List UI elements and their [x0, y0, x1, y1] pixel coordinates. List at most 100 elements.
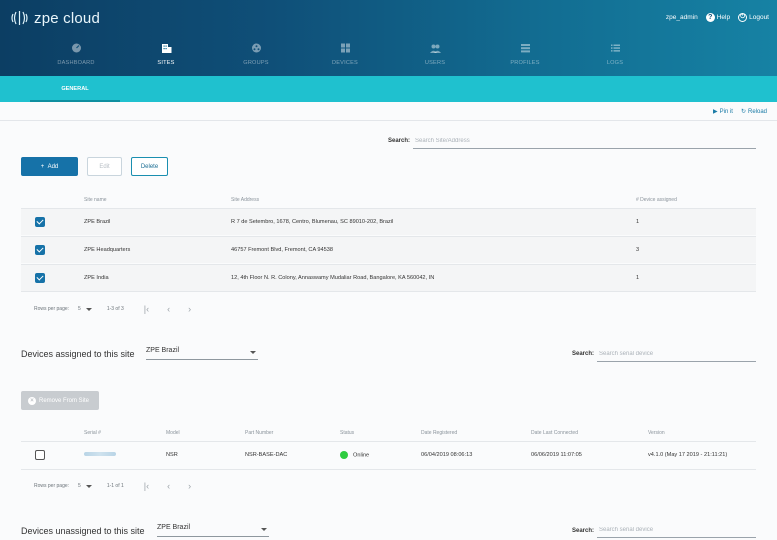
add-label: Add	[47, 163, 59, 170]
rows-per-page-value: 5	[78, 306, 81, 312]
delete-button[interactable]: Delete	[131, 157, 168, 176]
tab-general[interactable]: GENERAL	[30, 76, 120, 102]
nav-label: GROUPS	[243, 60, 269, 66]
nav-label: DASHBOARD	[57, 60, 95, 66]
rows-per-page-label: Rows per page:	[34, 306, 70, 312]
col-date-registered[interactable]: Date Registered	[421, 430, 457, 436]
add-button[interactable]: + Add	[21, 157, 78, 176]
rows-per-page-label: Rows per page:	[34, 483, 70, 489]
page-actions: ▶ Pin it ↻ Reload	[713, 108, 767, 115]
nav-label: SITES	[157, 60, 175, 66]
col-version[interactable]: Version	[648, 430, 665, 436]
col-site-name[interactable]: Site name	[84, 197, 107, 203]
dashboard-icon	[71, 43, 81, 53]
unassigned-site-select[interactable]: ZPE Brazil	[157, 524, 269, 537]
profiles-icon	[520, 44, 530, 53]
sites-pagination: Rows per page: 5 1-3 of 3 |‹ ‹ ›	[34, 304, 191, 314]
nav-users[interactable]: USERS	[400, 40, 470, 66]
device-version: v4.1.0 (May 17 2019 - 21:11:21)	[648, 452, 728, 458]
caret-down-icon	[85, 484, 92, 488]
device-date-registered: 06/04/2019 08:06:13	[421, 452, 473, 458]
top-header: zpe cloud zpe_admin ? Help ⏻ Logout DASHBO…	[0, 0, 777, 76]
nav-label: PROFILES	[510, 60, 540, 66]
assigned-pagination: Rows per page: 5 1-1 of 1 |‹ ‹ ›	[34, 481, 191, 491]
devices-icon	[340, 43, 350, 53]
caret-down-icon	[250, 351, 256, 354]
site-name: ZPE Headquarters	[84, 247, 131, 253]
online-status-icon	[340, 451, 348, 459]
pin-label: Pin it	[719, 109, 733, 115]
prev-page-icon[interactable]: ‹	[167, 304, 170, 314]
main-nav: DASHBOARD SITES GROUPS DEVICES USERS PRO…	[0, 40, 777, 76]
brand-name: zpe cloud	[34, 9, 101, 27]
sites-search-label: Search:	[388, 138, 411, 144]
assigned-search-input[interactable]	[597, 349, 756, 362]
col-site-address[interactable]: Site Address	[231, 197, 259, 203]
assigned-site-select[interactable]: ZPE Brazil	[146, 347, 258, 360]
status-text: Online	[353, 452, 370, 459]
row-checkbox[interactable]	[35, 217, 45, 227]
assigned-table-header: Serial # Model Part Number Status Date R…	[21, 423, 756, 441]
col-part-number[interactable]: Part Number	[245, 430, 273, 436]
row-checkbox[interactable]	[35, 273, 45, 283]
remove-label: Remove From Site	[39, 397, 90, 404]
nav-groups[interactable]: GROUPS	[221, 40, 291, 66]
first-page-icon[interactable]: |‹	[144, 304, 149, 314]
building-icon	[161, 44, 171, 53]
device-part-number: NSR-BASE-DAC	[245, 452, 288, 458]
nav-dashboard[interactable]: DASHBOARD	[41, 40, 111, 66]
row-checkbox[interactable]	[35, 245, 45, 255]
serial-blur	[84, 452, 116, 456]
table-row[interactable]: NSR NSR-BASE-DAC Online 06/04/2019 08:06…	[21, 441, 756, 468]
brand-logo[interactable]: zpe cloud	[10, 9, 100, 27]
logout-label: Logout	[749, 14, 769, 22]
table-row[interactable]: ZPE Brazil R 7 de Setembro, 1678, Centro…	[21, 208, 756, 235]
col-status[interactable]: Status	[340, 430, 354, 436]
pin-it-link[interactable]: ▶ Pin it	[713, 108, 733, 115]
reload-link[interactable]: ↻ Reload	[741, 108, 767, 115]
col-date-last-connected[interactable]: Date Last Connected	[531, 430, 578, 436]
power-icon: ⏻	[738, 13, 748, 22]
prev-page-icon[interactable]: ‹	[167, 481, 170, 491]
remove-from-site-button[interactable]: × Remove From Site	[21, 391, 99, 410]
logout-link[interactable]: ⏻ Logout	[738, 13, 769, 22]
col-model[interactable]: Model	[166, 430, 180, 436]
nav-devices[interactable]: DEVICES	[310, 40, 380, 66]
next-page-icon[interactable]: ›	[188, 304, 191, 314]
rows-per-page-select[interactable]: 5	[78, 483, 92, 489]
site-address: 12, 4th Floor N. R. Colony, Annaswamy Mu…	[231, 275, 435, 281]
sites-search-input[interactable]	[413, 136, 756, 149]
nav-sites[interactable]: SITES	[131, 40, 201, 66]
unassigned-search-input[interactable]	[597, 526, 756, 538]
nav-profiles[interactable]: PROFILES	[490, 40, 560, 66]
help-link[interactable]: ? Help	[705, 13, 731, 22]
first-page-icon[interactable]: |‹	[144, 481, 149, 491]
user-bar: zpe_admin ? Help ⏻ Logout	[666, 13, 769, 22]
pin-icon: ▶	[712, 109, 718, 115]
unassigned-site-value: ZPE Brazil	[157, 524, 191, 531]
users-icon	[429, 44, 441, 53]
table-divider	[21, 469, 756, 470]
help-icon: ?	[705, 13, 715, 22]
assigned-site-value: ZPE Brazil	[146, 347, 180, 354]
caret-down-icon	[85, 307, 92, 311]
nav-label: DEVICES	[332, 60, 358, 66]
col-device-count[interactable]: # Device assigned	[636, 197, 677, 203]
row-checkbox[interactable]	[35, 450, 45, 460]
table-row[interactable]: ZPE Headquarters 46757 Fremont Blvd, Fre…	[21, 236, 756, 263]
nav-label: USERS	[424, 60, 446, 66]
help-label: Help	[716, 14, 731, 22]
username[interactable]: zpe_admin	[666, 14, 698, 21]
unassigned-search-label: Search:	[572, 528, 595, 534]
logs-icon	[610, 44, 620, 52]
reload-label: Reload	[747, 109, 767, 115]
edit-button[interactable]: Edit	[87, 157, 122, 176]
col-serial[interactable]: Serial #	[84, 430, 101, 436]
next-page-icon[interactable]: ›	[188, 481, 191, 491]
plus-icon: +	[40, 163, 45, 170]
device-count: 1	[636, 219, 640, 225]
table-row[interactable]: ZPE India 12, 4th Floor N. R. Colony, An…	[21, 264, 756, 291]
assigned-search-label: Search:	[572, 351, 595, 357]
rows-per-page-select[interactable]: 5	[78, 306, 92, 312]
nav-logs[interactable]: LOGS	[580, 40, 650, 66]
